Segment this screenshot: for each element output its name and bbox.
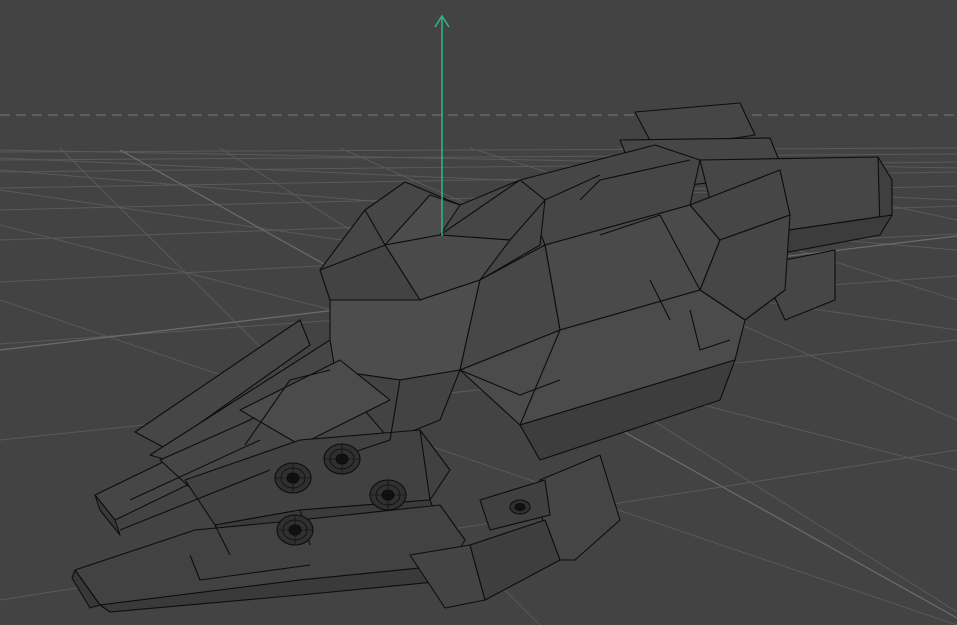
thruster-nozzle (369, 479, 407, 511)
thruster-nozzle (323, 443, 361, 475)
thruster-nozzle (509, 499, 531, 515)
mesh-face (469, 519, 561, 601)
3d-viewport[interactable] (0, 0, 957, 625)
thruster-nozzle (274, 462, 312, 494)
grid-line (0, 147, 957, 153)
thruster-nozzle (276, 514, 314, 546)
